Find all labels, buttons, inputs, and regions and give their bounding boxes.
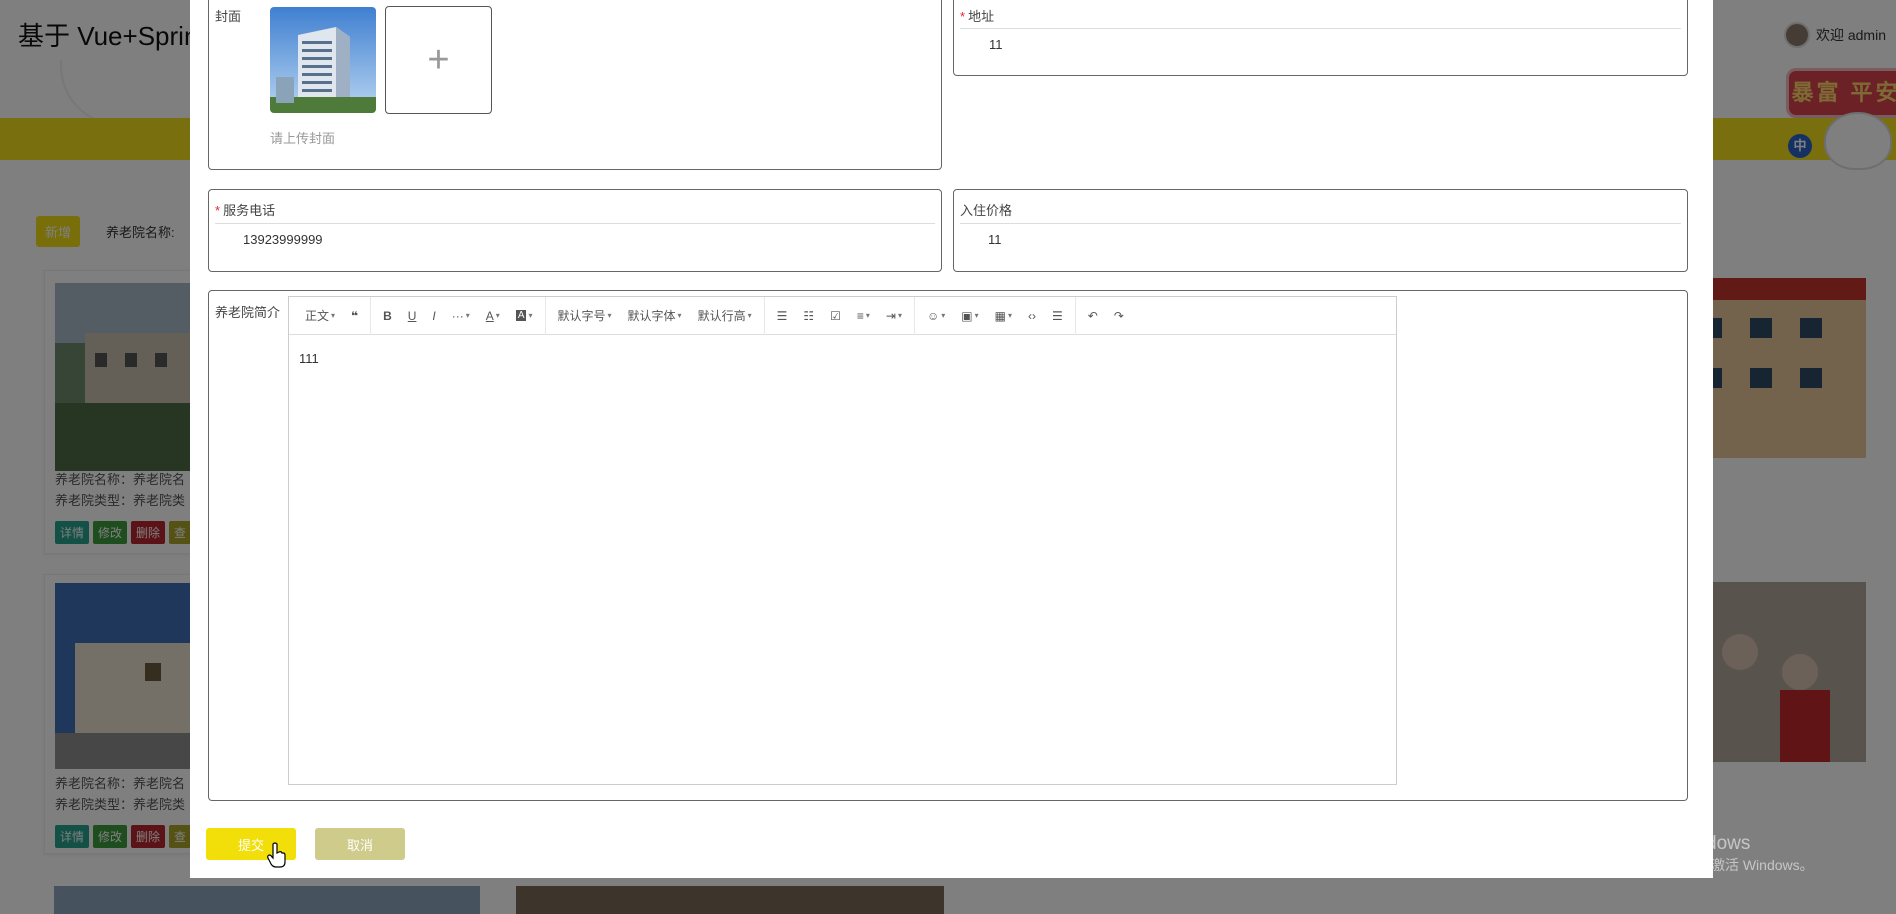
caret-icon: ▾: [677, 311, 682, 320]
caret-icon: ▾: [897, 311, 902, 320]
toolbar-divider: [763, 296, 765, 335]
code-icon[interactable]: ‹›: [1020, 297, 1044, 335]
address-field: * 地址 11: [953, 0, 1688, 76]
font-size-select[interactable]: 默认字号 ▾: [550, 297, 620, 335]
cover-hint: 请上传封面: [270, 131, 336, 146]
cover-field: 封面 + 请上传封面: [208, 0, 942, 170]
caret-icon: ▾: [747, 311, 752, 320]
caret-icon: ▾: [528, 311, 533, 320]
caret-icon: ▾: [607, 311, 612, 320]
phone-label: * 服务电话: [215, 200, 275, 219]
indent-glyph: ⇥: [885, 308, 896, 323]
price-input[interactable]: 11: [988, 232, 1002, 247]
phone-field: * 服务电话 13923999999: [208, 189, 942, 272]
table-glyph: ▦: [994, 308, 1006, 323]
todo-icon[interactable]: ☑: [822, 297, 849, 335]
caret-icon: ▾: [465, 311, 470, 320]
indent-icon[interactable]: ⇥ ▾: [878, 297, 910, 335]
toolbar-divider: [544, 296, 546, 335]
image-glyph: ▣: [961, 308, 973, 323]
line-height-label: 默认行高: [697, 309, 746, 323]
required-mark: *: [960, 9, 966, 24]
font-family-select[interactable]: 默认字体 ▾: [620, 297, 690, 335]
quote-icon[interactable]: ❝: [343, 297, 366, 335]
rich-text-editor: 正文 ▾ ❝ B U I ··· ▾ A ▾ A ▾ 默认字号 ▾ 默认字体 ▾ 默认行高 ▾…: [288, 296, 1397, 785]
italic-icon[interactable]: I: [424, 297, 443, 335]
intro-label: 养老院简介: [215, 305, 281, 320]
emoji-icon[interactable]: ☺ ▾: [919, 297, 953, 335]
address-input[interactable]: 11: [989, 37, 1003, 52]
bg-color-icon[interactable]: A ▾: [508, 297, 541, 335]
upload-cover-button[interactable]: +: [385, 6, 492, 114]
address-label-text: 地址: [968, 9, 995, 24]
align-icon[interactable]: ≡ ▾: [849, 297, 878, 335]
caret-icon: ▾: [941, 311, 946, 320]
line-height-select[interactable]: 默认行高 ▾: [690, 297, 760, 335]
toolbar-divider: [1074, 296, 1076, 335]
edit-dialog: 封面 + 请上传封面 * 地址 11 * 服务电话 13923999999 入住…: [190, 0, 1713, 878]
toolbar-divider: [914, 296, 915, 335]
caret-icon: ▾: [974, 311, 979, 320]
font-color-glyph: A: [485, 308, 494, 323]
cover-image[interactable]: [270, 7, 376, 113]
toolbar-divider: [370, 296, 372, 335]
align-glyph: ≡: [856, 308, 864, 323]
emoji-glyph: ☺: [927, 308, 940, 323]
more-icon[interactable]: ··· ▾: [444, 297, 478, 335]
price-label: 入住价格: [960, 203, 1013, 218]
hand-cursor-icon: [267, 842, 286, 868]
numbered-list-icon[interactable]: ☷: [795, 297, 822, 335]
heading-label: 正文: [305, 309, 330, 323]
table-icon[interactable]: ▦ ▾: [987, 297, 1020, 335]
font-family-label: 默认字体: [627, 309, 676, 323]
caret-icon: ▾: [495, 311, 500, 320]
font-color-icon[interactable]: A ▾: [478, 297, 508, 335]
address-label: * 地址: [960, 6, 994, 25]
cover-label: 封面: [215, 9, 242, 24]
bg-color-glyph: A: [515, 310, 527, 321]
caret-icon: ▾: [865, 311, 870, 320]
divider: [960, 28, 1681, 29]
editor-content[interactable]: 111: [299, 351, 319, 366]
image-icon[interactable]: ▣ ▾: [953, 297, 986, 335]
divider: [215, 223, 935, 224]
editor-toolbar: 正文 ▾ ❝ B U I ··· ▾ A ▾ A ▾ 默认字号 ▾ 默认字体 ▾ 默认行高 ▾…: [289, 296, 1396, 335]
required-mark: *: [215, 203, 221, 218]
caret-icon: ▾: [1007, 311, 1012, 320]
price-field: 入住价格 11: [953, 189, 1688, 272]
phone-input[interactable]: 13923999999: [243, 232, 323, 247]
bullet-list-icon[interactable]: ☰: [769, 297, 796, 335]
bold-icon[interactable]: B: [375, 297, 400, 335]
phone-label-text: 服务电话: [223, 203, 276, 218]
divider-icon[interactable]: ☰: [1044, 297, 1071, 335]
cancel-button[interactable]: 取消: [315, 828, 405, 860]
undo-icon[interactable]: ↶: [1080, 297, 1106, 335]
divider: [960, 223, 1681, 224]
building-photo: [270, 7, 376, 113]
more-glyph: ···: [451, 308, 464, 323]
caret-icon: ▾: [331, 311, 336, 320]
heading-select[interactable]: 正文 ▾: [297, 297, 343, 335]
underline-icon[interactable]: U: [400, 297, 425, 335]
redo-icon[interactable]: ↷: [1106, 297, 1132, 335]
plus-icon: +: [427, 38, 450, 81]
font-size-label: 默认字号: [557, 309, 606, 323]
